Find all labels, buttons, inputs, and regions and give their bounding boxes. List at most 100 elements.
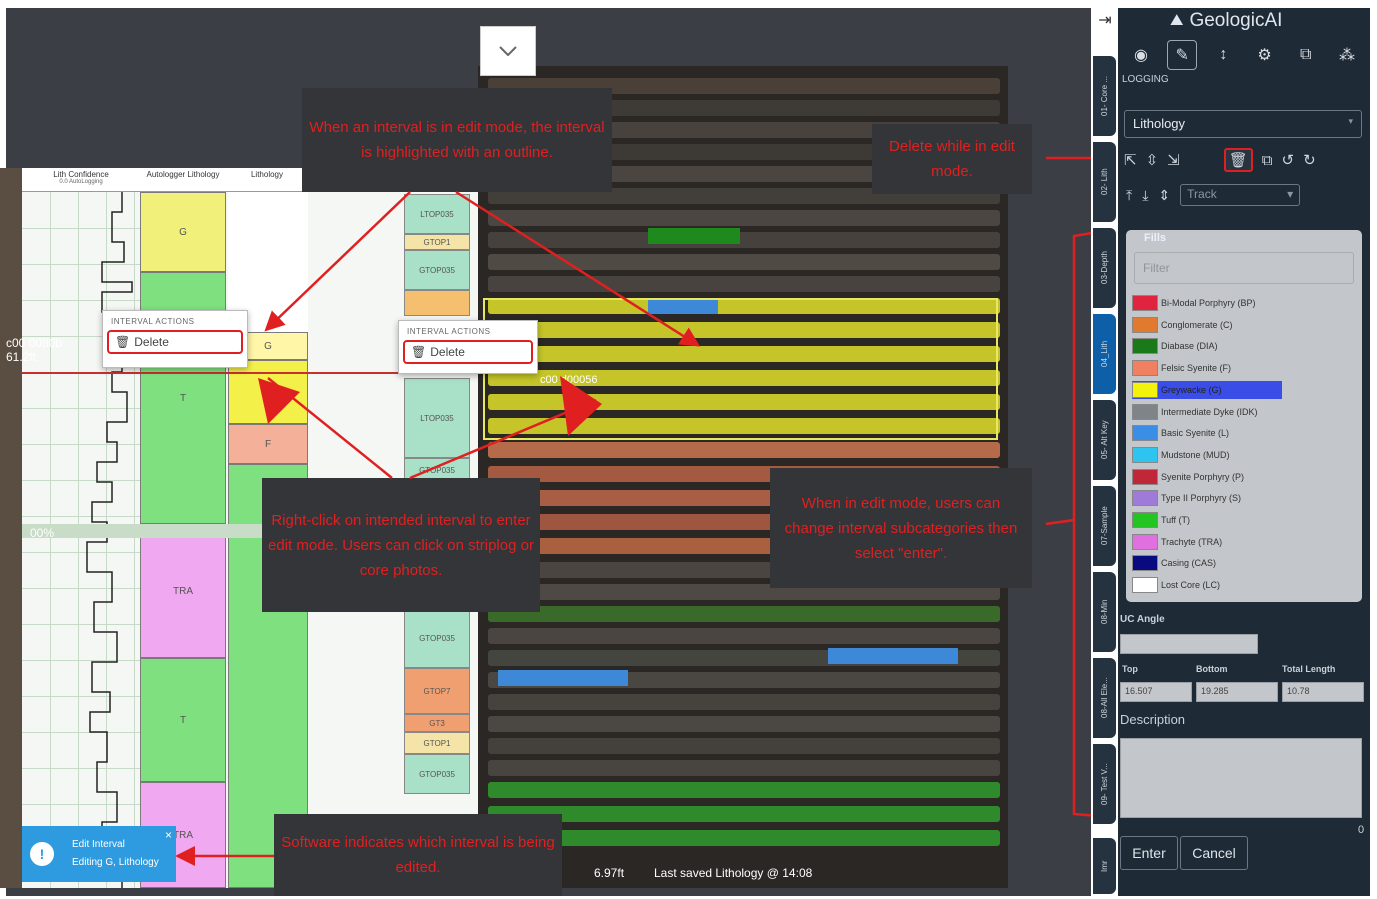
tab-imr[interactable]: Imr [1093, 838, 1116, 894]
delete-button[interactable]: 🗑 Delete [107, 330, 243, 354]
toast-close-button[interactable]: × [165, 828, 172, 842]
split-middle-icon[interactable]: ⇳ [1146, 151, 1159, 169]
merge-up-icon[interactable]: ⤒ [1126, 187, 1132, 204]
autologger-block[interactable]: TRA [140, 524, 226, 658]
redo-icon[interactable]: ↻ [1303, 151, 1316, 169]
collapse-button[interactable] [480, 26, 536, 76]
tab-test[interactable]: 09- Test V... [1093, 744, 1116, 824]
subcategory-block[interactable]: GTOP7 [404, 668, 470, 714]
uc-angle-input[interactable] [1120, 634, 1258, 654]
undo-icon[interactable]: ↺ [1282, 151, 1295, 169]
fill-label: Trachyte (TRA) [1161, 536, 1223, 547]
fill-swatch [1132, 512, 1158, 528]
subcategory-block[interactable]: GTOP035 [404, 250, 470, 290]
subcategory-block[interactable]: GTOP1 [404, 234, 470, 250]
fill-item[interactable]: Diabase (DIA) [1132, 337, 1282, 355]
fill-item[interactable]: Syenite Porphyry (P) [1132, 468, 1282, 486]
tab-all-ele[interactable]: 08-All Ele... [1093, 658, 1116, 738]
vertical-tab-strip: ⇥ 01- Core ... 02- Lith 03-Depth 04_Lith… [1091, 8, 1118, 896]
fill-item[interactable]: Felsic Syenite (F) [1132, 359, 1282, 377]
subcategory-block[interactable]: GTOP035 [404, 608, 470, 668]
vertical-measure-icon[interactable]: ↕ [1208, 40, 1238, 70]
trash-icon: 🗑 [115, 335, 131, 349]
lith-confidence-trace [86, 192, 133, 888]
merge-both-icon[interactable]: ⇕ [1158, 187, 1170, 204]
fill-label: Conglomerate (C) [1161, 319, 1233, 330]
subcategory-block[interactable]: LTOP035 [404, 378, 470, 458]
fill-label: Casing (CAS) [1161, 558, 1217, 569]
status-depth: 6.97ft [594, 866, 625, 880]
total-length-label: Total Length [1282, 664, 1336, 674]
fill-item[interactable]: Casing (CAS) [1132, 554, 1282, 572]
chevron-down-icon: ▾ [1287, 187, 1294, 201]
sign-out-icon[interactable]: ⇥ [1093, 8, 1117, 32]
logging-panel: ⛰ GeologicAI ◉ ✎ ↕ ⚙ ⧉ ⁂ LOGGING Litholo… [1118, 8, 1370, 896]
trash-icon[interactable]: 🗑 [1223, 148, 1253, 172]
top-input[interactable]: 16.507 [1120, 682, 1192, 702]
fill-swatch [1132, 446, 1158, 463]
enter-button[interactable]: Enter [1120, 836, 1178, 870]
fill-item[interactable]: Bi-Modal Porphyry (BP) [1132, 294, 1282, 312]
fill-label: Bi-Modal Porphyry (BP) [1161, 298, 1256, 308]
tab-04-lith[interactable]: 04_Lith [1093, 314, 1116, 394]
bottom-input[interactable]: 19.285 [1196, 682, 1278, 702]
fill-item[interactable]: Mudstone (MUD) [1132, 446, 1282, 464]
fill-label: Diabase (DIA) [1161, 341, 1218, 352]
tab-sample[interactable]: 07-Sample [1093, 486, 1116, 566]
globe-icon[interactable]: ◉ [1126, 40, 1156, 70]
merge-down-icon[interactable]: ⤓ [1142, 187, 1148, 204]
copy-icon[interactable]: ⧉ [1262, 152, 1273, 169]
fill-item[interactable]: Lost Core (LC) [1132, 576, 1282, 594]
fill-swatch [1132, 403, 1158, 420]
fills-panel: Fills Filter Bi-Modal Porphyry (BP) Congl… [1126, 230, 1362, 602]
tab-min[interactable]: 08-Min [1093, 572, 1116, 652]
callout-subcategories: When in edit mode, users can change inte… [770, 468, 1032, 588]
layer-select[interactable]: Lithology ▾ [1124, 110, 1362, 138]
fill-label: Type II Porphyry (S) [1161, 493, 1242, 504]
lithology-block[interactable] [228, 360, 308, 424]
tab-core[interactable]: 01- Core ... [1093, 56, 1116, 136]
subcategory-block[interactable] [404, 290, 470, 316]
tab-lith[interactable]: 02- Lith [1093, 142, 1116, 222]
bottom-label: Bottom [1196, 664, 1228, 674]
gear-icon[interactable]: ⚙ [1250, 40, 1280, 70]
fill-item[interactable]: Tuff (T) [1132, 511, 1282, 529]
fill-item[interactable]: Conglomerate (C) [1132, 316, 1282, 334]
fill-item[interactable]: Greywacke (G) [1132, 380, 1282, 399]
fill-label: Basic Syenite (L) [1161, 428, 1230, 439]
split-bottom-icon[interactable]: ⇲ [1167, 151, 1180, 169]
hierarchy-icon[interactable]: ⁂ [1332, 40, 1362, 70]
description-char-count: 0 [1358, 824, 1365, 836]
subcategory-block[interactable]: GT3 [404, 714, 470, 732]
fills-filter-input[interactable]: Filter [1134, 252, 1354, 284]
split-top-icon[interactable]: ⇱ [1124, 151, 1137, 169]
tab-depth[interactable]: 03-Depth [1093, 228, 1116, 308]
pencil-icon[interactable]: ✎ [1167, 40, 1198, 70]
callout-right-click: Right-click on intended interval to ente… [262, 478, 540, 612]
description-label: Description [1120, 712, 1186, 727]
subcategory-block[interactable]: GTOP1 [404, 732, 470, 754]
toast-title: Edit Interval [72, 839, 125, 850]
external-link-icon[interactable]: ⧉ [1291, 40, 1321, 70]
description-textarea[interactable] [1120, 738, 1362, 818]
delete-button[interactable]: 🗑 Delete [403, 340, 533, 364]
track-select[interactable]: Track ▾ [1180, 184, 1301, 206]
fill-swatch [1132, 490, 1158, 507]
subcategory-block[interactable]: LTOP035 [404, 194, 470, 234]
fill-item[interactable]: Trachyte (TRA) [1132, 533, 1282, 551]
fill-item[interactable]: Basic Syenite (L) [1132, 424, 1282, 442]
total-length-input[interactable]: 10.78 [1282, 682, 1364, 702]
fill-swatch [1132, 555, 1158, 572]
subcategory-block[interactable]: GTOP035 [404, 754, 470, 794]
fill-swatch [1132, 295, 1158, 311]
cancel-button[interactable]: Cancel [1180, 836, 1248, 870]
autologger-block[interactable]: T [140, 658, 226, 782]
fill-swatch [1132, 360, 1158, 377]
fill-item[interactable]: Intermediate Dyke (IDK) [1132, 403, 1282, 421]
lithology-block[interactable]: F [228, 424, 308, 464]
autologger-block[interactable]: G [140, 192, 226, 272]
tab-alt-key[interactable]: 05- Alt Key [1093, 400, 1116, 480]
status-saved: Last saved Lithology @ 14:08 [654, 866, 813, 880]
fill-item[interactable]: Type II Porphyry (S) [1132, 489, 1282, 507]
depth-cursor-line [22, 372, 308, 374]
